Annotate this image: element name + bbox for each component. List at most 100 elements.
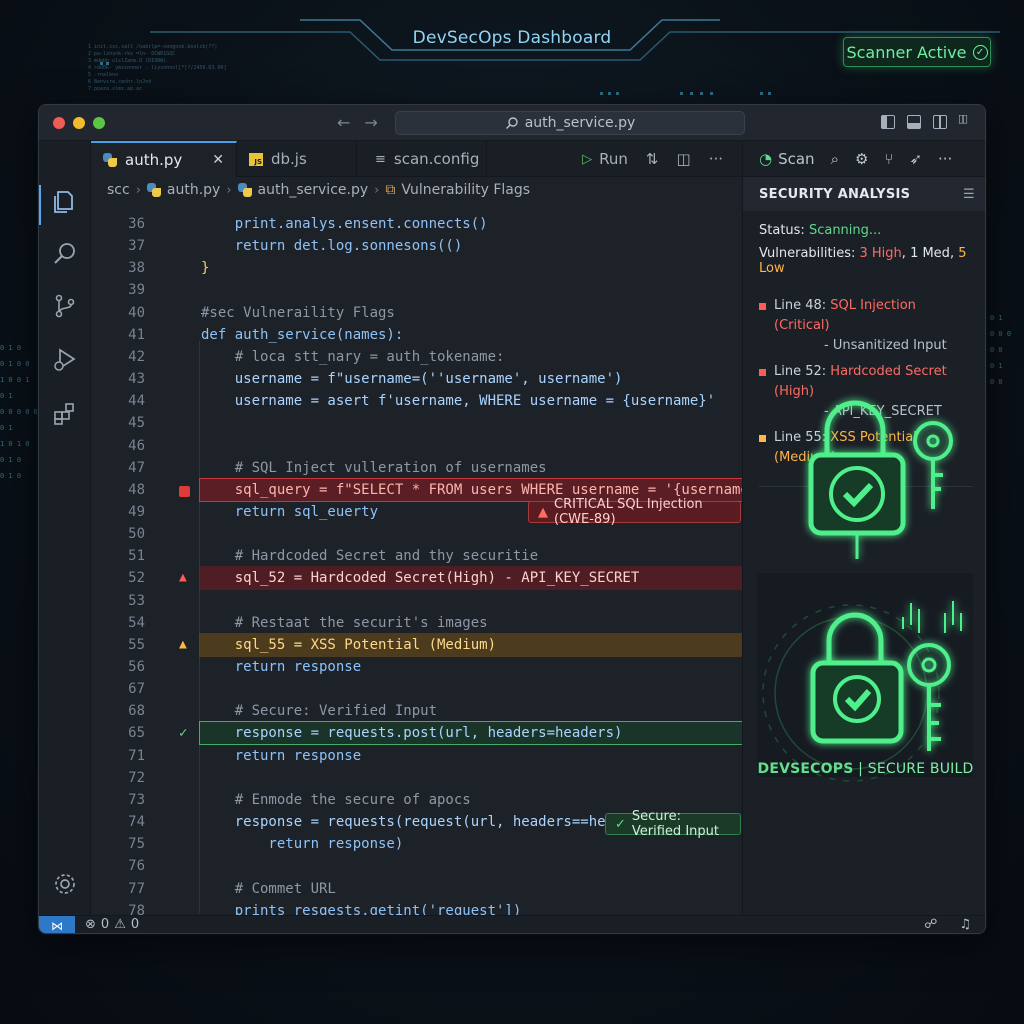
breadcrumb-item[interactable]: scc — [107, 182, 130, 198]
window-controls — [53, 117, 105, 129]
code-line[interactable]: 36 print.analys.ensent.connects() — [91, 213, 741, 235]
command-search-text: auth_service.py — [524, 115, 636, 131]
remote-indicator-icon[interactable]: ⋈ — [39, 916, 75, 933]
tab-label: auth.py — [125, 151, 183, 169]
line-number: 71 — [128, 747, 145, 764]
status-bar: ⋈ ⊗ 0 ⚠ 0 ☍ ♫ — [39, 915, 985, 933]
customize-layout-icon[interactable] — [958, 112, 973, 129]
toggle-panel-icon[interactable] — [907, 115, 921, 129]
filter-sliders-icon[interactable]: ☰ — [963, 187, 975, 202]
line-number: 45 — [128, 415, 145, 432]
line-number: 73 — [128, 791, 145, 808]
editor-actions: ▷ Run ⇅ ◫ ··· — [582, 141, 723, 177]
more-actions-icon[interactable]: ··· — [709, 150, 723, 168]
breadcrumb-item[interactable]: Vulnerability Flags — [401, 182, 530, 198]
tab-scan-config[interactable]: ≡ scan.config — [357, 141, 487, 177]
code-text: return response — [201, 659, 362, 675]
critical-badge-label: CRITICAL SQL Injection (CWE-89) — [554, 497, 703, 527]
code-line[interactable]: 40 #sec Vulneraility Flags — [91, 302, 741, 324]
feedback-icon[interactable]: ☍ — [924, 917, 937, 932]
vuln-med-count: 1 Med — [910, 246, 950, 261]
error-marker-icon[interactable] — [179, 482, 195, 498]
code-line[interactable]: 51 # Hardcoded Secret and thy securitie — [91, 545, 741, 567]
hud-code-snippet: 1 init.ssc.salt /oabrlp=-nongoob.boolcb(… — [88, 44, 227, 92]
warning-icon: ⚠ — [114, 917, 126, 932]
problems-indicator[interactable]: ⊗ 0 ⚠ 0 — [85, 917, 139, 932]
tab-auth-py[interactable]: auth.py ✕ — [91, 141, 237, 177]
compare-changes-icon[interactable]: ⇅ — [646, 150, 659, 168]
scan-button[interactable]: ◔ Scan — [759, 150, 815, 168]
security-lock-illustration — [757, 400, 973, 782]
code-line[interactable]: 37 return det.log.sonnesons(() — [91, 235, 741, 257]
critical-vulnerability-badge[interactable]: ▲ CRITICAL SQL Injection (CWE-89) — [528, 497, 741, 527]
code-line[interactable]: 53 — [91, 590, 741, 612]
forward-arrow-icon[interactable]: → — [364, 113, 377, 132]
tab-db-js[interactable]: JS db.js — [237, 141, 357, 177]
code-line[interactable]: ✓ 65 response = requests.post(url, header… — [91, 721, 779, 746]
notification-bell-icon[interactable]: ♫ — [959, 917, 971, 932]
code-line[interactable]: 56 return response — [91, 656, 741, 678]
tab-label: scan.config — [393, 150, 480, 168]
code-line[interactable]: 72 — [91, 767, 741, 789]
code-line[interactable]: 46 — [91, 435, 741, 457]
code-line[interactable]: 38} — [91, 257, 741, 279]
warning-triangle-icon[interactable]: ▲ — [179, 570, 195, 586]
active-view-indicator — [39, 185, 41, 225]
code-editor: auth.py ✕ JS db.js ≡ scan.config ▷ Run ⇅… — [91, 141, 779, 919]
status-value: Scanning... — [808, 223, 882, 238]
code-line[interactable]: 76 — [91, 855, 741, 877]
code-line[interactable]: 41 def auth_service(names): — [91, 324, 741, 346]
search-view-icon[interactable] — [52, 241, 78, 267]
back-arrow-icon[interactable]: ← — [337, 113, 350, 132]
code-line[interactable]: 71 return response — [91, 745, 741, 767]
scanner-status-badge[interactable]: Scanner Active ✓ — [843, 37, 991, 67]
run-label: Run — [599, 150, 628, 168]
command-search-bar[interactable]: auth_service.py — [395, 111, 745, 135]
finding-item[interactable]: Line 48: SQL Injection (Critical) - Unsan… — [759, 296, 973, 356]
warning-triangle-icon[interactable]: ▲ — [179, 637, 195, 653]
source-control-icon[interactable] — [52, 293, 78, 319]
breadcrumb-item[interactable]: auth_service.py — [258, 182, 369, 198]
editor-window: ← → auth_service.py auth.py ✕ — [38, 104, 986, 934]
gear-icon[interactable]: ⚙ — [855, 150, 868, 168]
code-line[interactable]: 54 # Restaat the securit's images — [91, 612, 741, 634]
settings-gear-icon[interactable] — [52, 871, 78, 897]
code-area[interactable]: 36 print.analys.ensent.connects() 37 retu… — [91, 209, 779, 919]
code-line[interactable]: 67 — [91, 678, 741, 700]
code-line[interactable]: 45 — [91, 412, 741, 434]
explorer-icon[interactable] — [52, 189, 78, 215]
code-line[interactable]: 77 # Commet URL — [91, 878, 741, 900]
run-button[interactable]: ▷ Run — [582, 150, 628, 168]
code-line[interactable]: 44 username = asert f'username, WHERE us… — [91, 390, 741, 412]
code-line[interactable]: 73 # Enmode the secure of apocs — [91, 789, 741, 811]
extensions-icon[interactable] — [52, 401, 78, 427]
toggle-primary-sidebar-icon[interactable] — [881, 115, 895, 129]
line-number: 75 — [128, 836, 145, 853]
secure-input-badge[interactable]: ✓ Secure: Verified Input — [605, 809, 741, 839]
maximize-window-button[interactable] — [93, 117, 105, 129]
run-debug-icon[interactable] — [52, 347, 78, 373]
branch-icon[interactable]: ⑂ — [884, 150, 893, 168]
code-line[interactable]: ▲ 52 sql_52 = Hardcoded Secret(High) - AP… — [91, 566, 779, 591]
line-number: 38 — [128, 260, 145, 277]
check-icon[interactable]: ✓ — [179, 725, 195, 741]
rocket-icon[interactable]: ➶ — [909, 150, 922, 168]
split-editor-icon[interactable]: ◫ — [677, 150, 691, 168]
minimize-window-button[interactable] — [73, 117, 85, 129]
breadcrumb-item[interactable]: auth.py — [167, 182, 220, 198]
code-line[interactable]: 43 username = f"username=(''username', u… — [91, 368, 741, 390]
line-number: 46 — [128, 437, 145, 454]
line-number: 41 — [128, 326, 145, 343]
more-icon[interactable]: ··· — [938, 150, 952, 168]
panel-title: SECURITY ANALYSIS — [759, 186, 911, 202]
code-line[interactable]: 47 # SQL Inject vulleration of usernames — [91, 457, 741, 479]
code-line[interactable]: 42 # loca stt_nary = auth_tokename: — [91, 346, 741, 368]
code-line[interactable]: 68 # Secure: Verified Input — [91, 700, 741, 722]
code-line[interactable]: 39 — [91, 279, 741, 301]
close-icon[interactable]: ✕ — [212, 152, 224, 168]
line-number: 67 — [128, 681, 145, 698]
search-icon[interactable]: ⌕ — [831, 150, 839, 168]
close-window-button[interactable] — [53, 117, 65, 129]
code-line[interactable]: ▲ 55 sql_55 = XSS Potential (Medium) — [91, 632, 779, 657]
toggle-secondary-sidebar-icon[interactable] — [933, 115, 947, 129]
